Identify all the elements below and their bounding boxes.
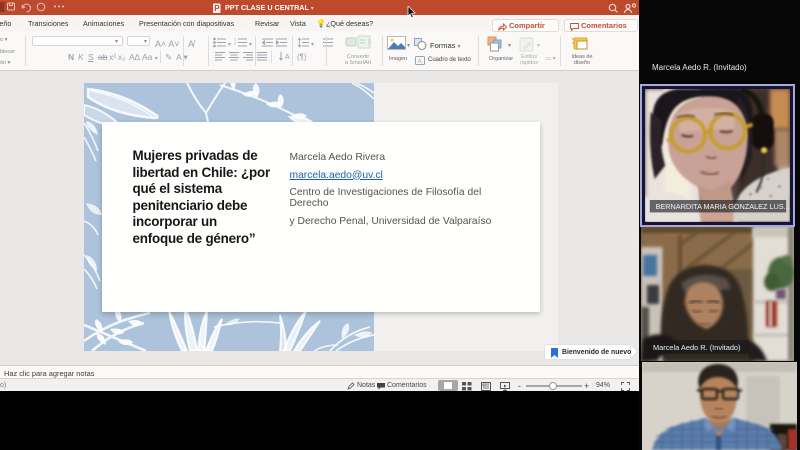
svg-text:2: 2 — [234, 41, 237, 46]
svg-text:Marcela Aedo R. (Invitado): Marcela Aedo R. (Invitado) — [653, 343, 741, 352]
svg-text:BERNARDITA MARIA GONZALEZ LUS.: BERNARDITA MARIA GONZALEZ LUS... — [656, 202, 790, 211]
svg-text:P: P — [214, 4, 220, 13]
svg-text:A: A — [285, 54, 290, 61]
svg-text:▾: ▾ — [311, 42, 314, 48]
svg-text:(¶): (¶) — [297, 53, 307, 62]
svg-text:▾: ▾ — [249, 42, 252, 48]
svg-text:A: A — [418, 58, 423, 65]
svg-text:▾: ▾ — [228, 42, 231, 48]
